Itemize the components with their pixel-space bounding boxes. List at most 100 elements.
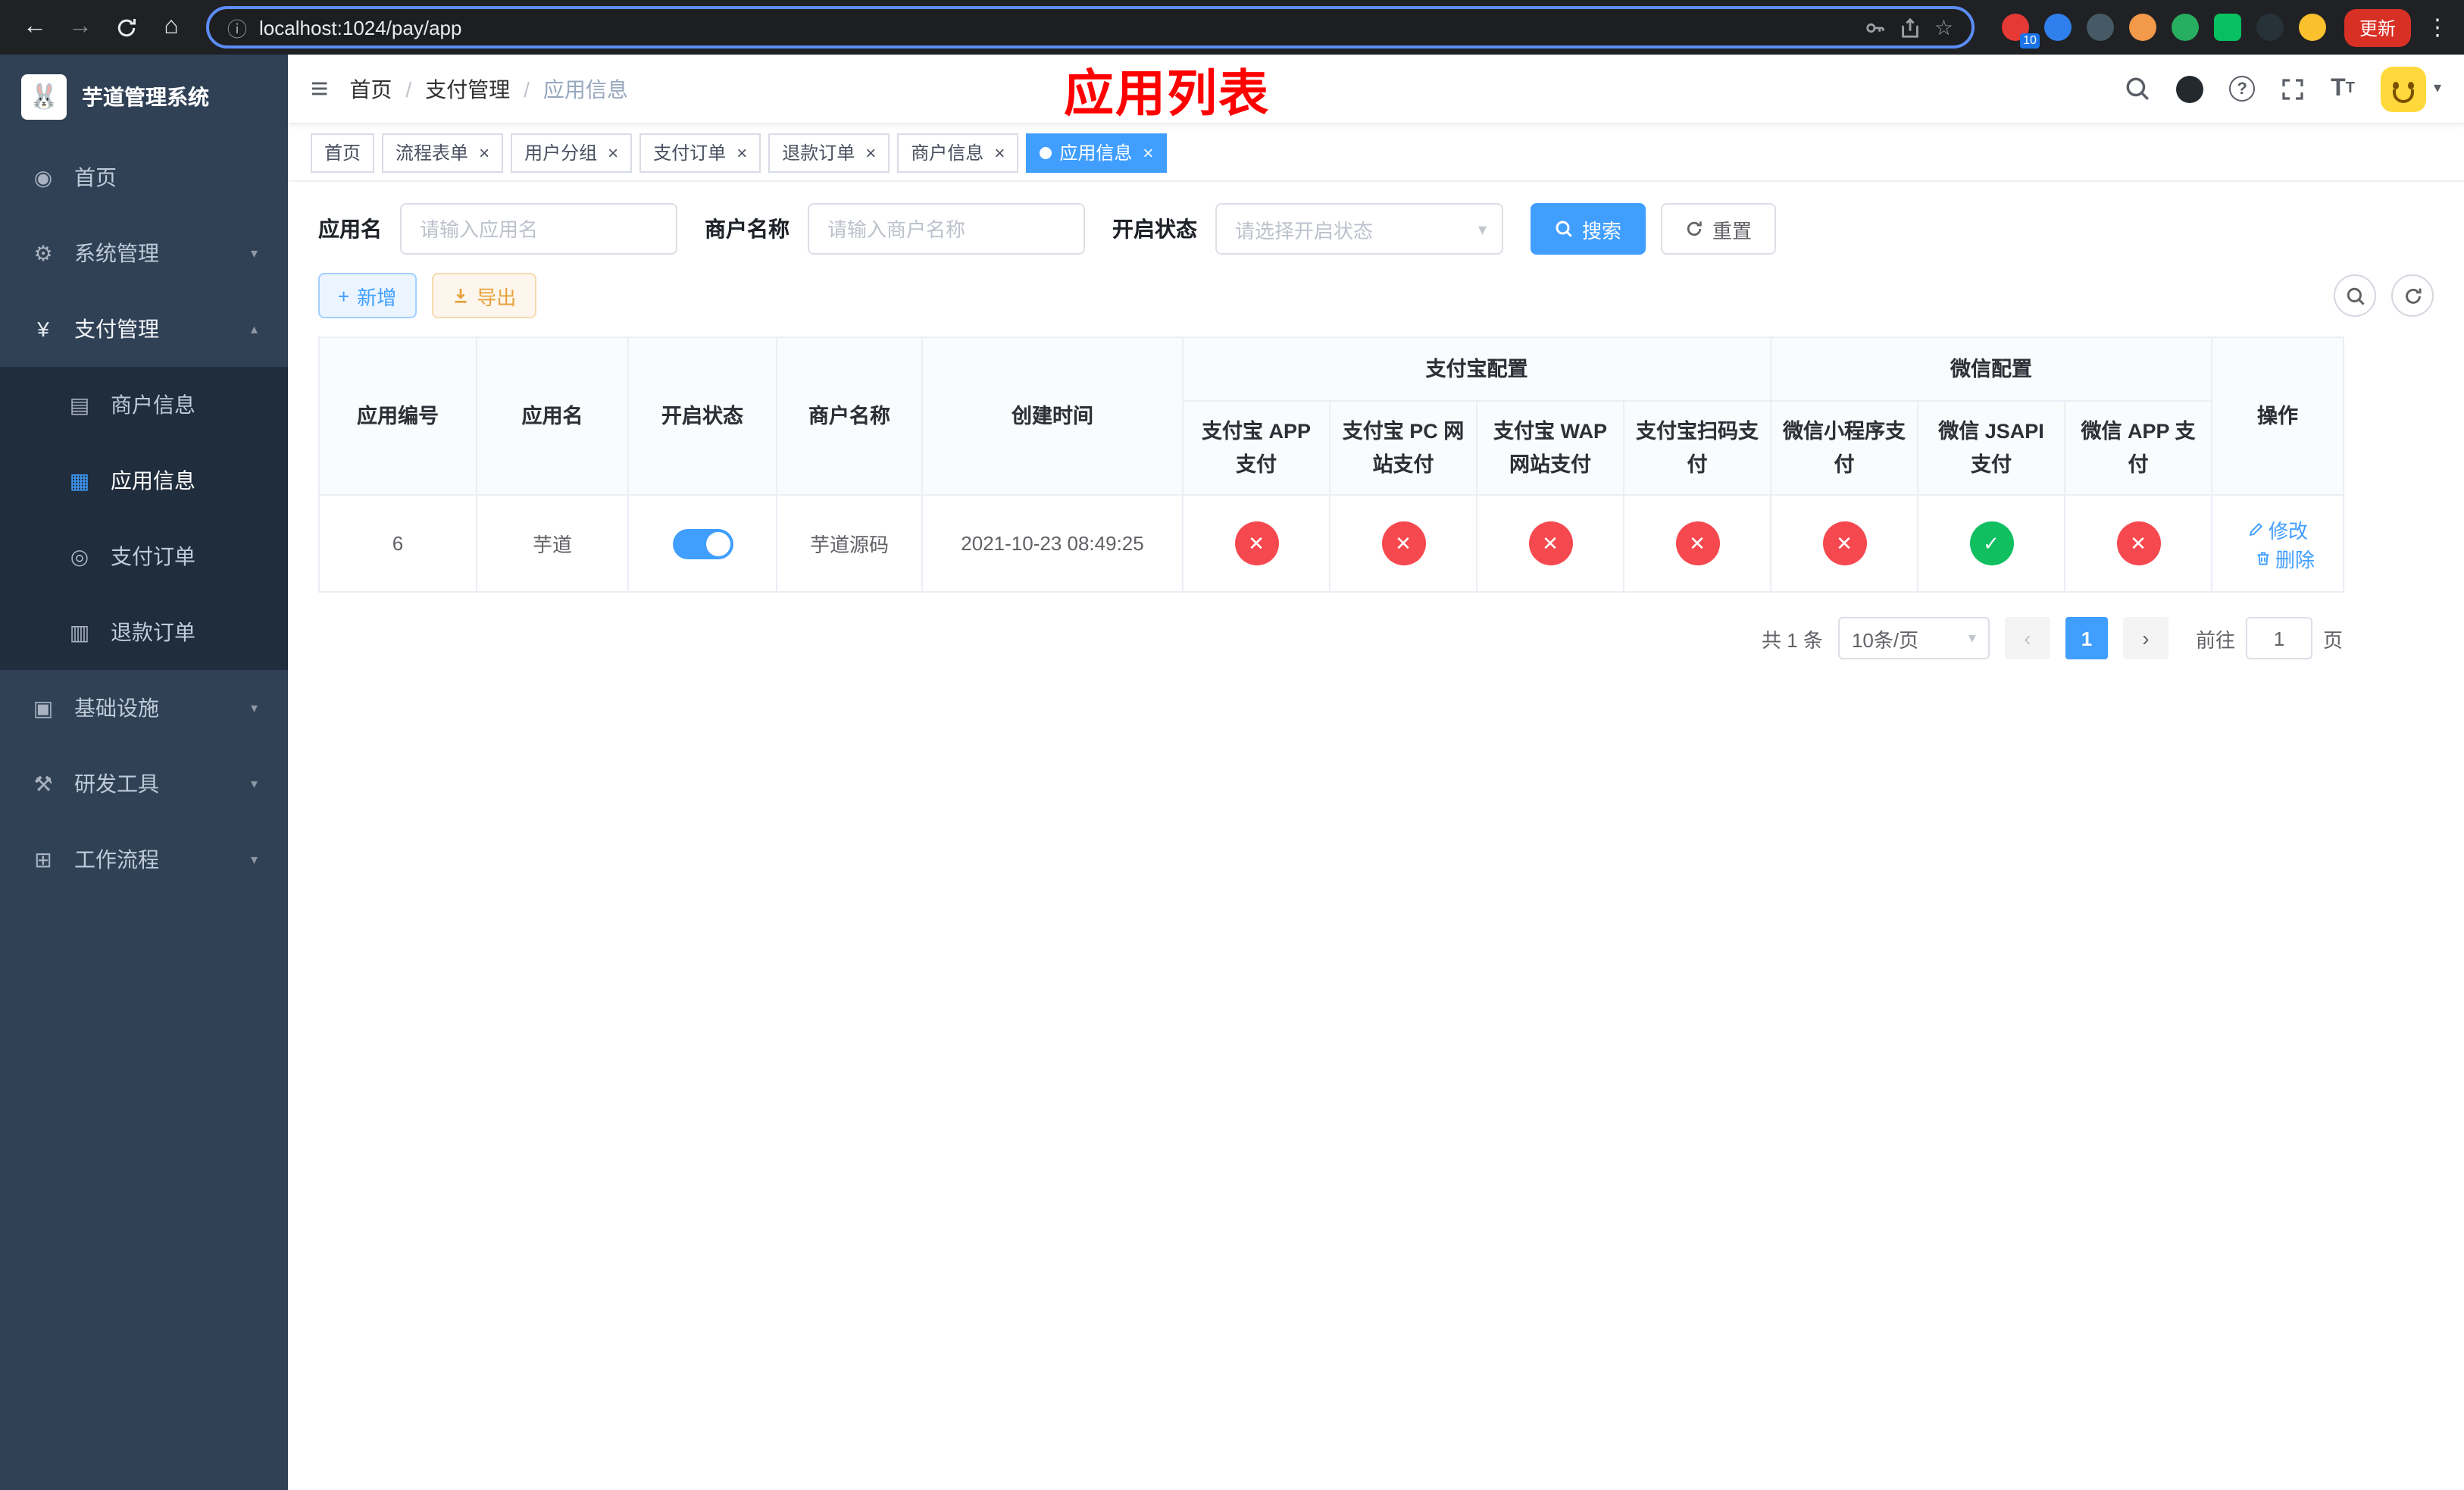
wechat-app-status-icon: ✕ [2116,521,2160,565]
help-icon[interactable]: ? [2229,76,2256,102]
chevron-down-icon: ▾ [250,851,258,866]
sidebar-item-label: 首页 [74,165,117,189]
back-icon[interactable]: ← [15,8,55,47]
page-number-button[interactable]: 1 [2065,617,2108,659]
sidebar-item-label: 支付订单 [111,544,195,568]
sidebar-item-label: 系统管理 [74,241,159,265]
toggle-search-icon[interactable] [2334,274,2376,317]
tab-process-form[interactable]: 流程表单 × [382,133,504,172]
status-toggle[interactable] [672,528,733,559]
sidebar-item-refund-order[interactable]: ▥ 退款订单 [0,594,288,670]
goto-page-input[interactable] [2245,617,2312,659]
sidebar-item-pay-order[interactable]: ◎ 支付订单 [0,518,288,594]
app-name-input[interactable] [400,203,677,255]
tab-home[interactable]: 首页 [311,133,375,172]
next-page-button[interactable]: › [2122,617,2169,659]
share-icon[interactable] [1900,16,1922,39]
sidebar-item-infrastructure[interactable]: ▣ 基础设施 ▾ [0,670,288,746]
payment-submenu: ▤ 商户信息 ▦ 应用信息 ◎ 支付订单 ▥ 退款订单 [0,367,288,670]
extension-icon-4[interactable] [2128,14,2156,41]
reset-button[interactable]: 重置 [1661,203,1777,255]
search-button[interactable]: 搜索 [1531,203,1646,255]
col-header-alipay-scan: 支付宝扫码支付 [1623,400,1771,496]
breadcrumb-home[interactable]: 首页 [349,74,392,104]
workflow-icon: ⊞ [34,847,52,871]
logo-avatar: 🐰 [21,74,67,120]
app-title: 芋道管理系统 [82,85,209,109]
table-tool-icons [2334,274,2434,317]
pagination: 共 1 条 10条/页 ▾ ‹ 1 › 前往 页 [318,617,2343,659]
add-button[interactable]: + 新增 [318,273,417,318]
edit-button[interactable]: 修改 [2247,515,2308,543]
extension-icon-5[interactable] [2171,14,2199,41]
close-icon[interactable]: × [608,143,618,161]
user-avatar[interactable]: ▾ [2380,66,2441,111]
tab-app-info[interactable]: 应用信息 × [1026,133,1168,172]
page-size-value: 10条/页 [1851,628,1919,651]
tools-icon: ⚒ [33,771,53,795]
bookmark-star-icon[interactable]: ☆ [1934,14,1953,40]
download-icon [454,289,466,303]
font-size-icon[interactable]: TT [2331,76,2355,101]
url-text: localhost:1024/pay/app [259,16,462,39]
sidebar-item-system[interactable]: ⚙ 系统管理 ▾ [0,215,288,291]
close-icon[interactable]: × [479,143,489,161]
fullscreen-icon[interactable] [2281,77,2305,101]
cell-status [627,494,777,593]
sidebar-collapse-icon[interactable]: ≡ [311,74,328,104]
main-panel: ≡ 首页 / 支付管理 / 应用信息 应用列表 ? T T ▾ 首页 流程表单 … [288,55,2464,1490]
extension-icon-2[interactable] [2043,14,2072,41]
merchant-name-field-group: 商户名称 [705,203,1085,255]
alipay-scan-status-icon: ✕ [1675,521,1719,565]
page-annotation: 应用列表 [1064,64,1270,121]
close-icon[interactable]: × [994,143,1005,161]
delete-button[interactable]: 删除 [2254,543,2315,572]
cell-merchant: 芋道源码 [776,494,923,593]
tab-user-group[interactable]: 用户分组 × [511,133,633,172]
tab-merchant-info[interactable]: 商户信息 × [897,133,1019,172]
reload-icon[interactable] [106,8,145,47]
github-icon[interactable] [2176,75,2204,102]
home-icon[interactable]: ⌂ [152,8,191,47]
extension-icon-3[interactable] [2086,14,2114,41]
tab-pay-order[interactable]: 支付订单 × [639,133,761,172]
sidebar-item-workflow[interactable]: ⊞ 工作流程 ▾ [0,822,288,897]
breadcrumb-payment[interactable]: 支付管理 [425,74,510,104]
refresh-table-icon[interactable] [2391,274,2434,317]
search-icon[interactable] [2125,76,2150,102]
close-icon[interactable]: × [1143,143,1153,161]
table-toolbar: + 新增 导出 [318,273,2434,318]
status-select[interactable]: 请选择开启状态 ▾ [1215,203,1503,255]
close-icon[interactable]: × [736,143,747,161]
extension-icon-7[interactable] [2256,14,2284,41]
extension-icon-8[interactable] [2298,14,2326,41]
address-bar[interactable]: ⓘ localhost:1024/pay/app ☆ [206,6,1975,49]
page-size-select[interactable]: 10条/页 ▾ [1837,617,1990,659]
merchant-name-input[interactable] [808,203,1085,255]
prev-page-button[interactable]: ‹ [2004,617,2050,659]
sidebar-item-label: 工作流程 [74,847,159,872]
extension-icon-1[interactable]: 10 [2001,14,2040,49]
forward-icon[interactable]: → [61,8,100,47]
browser-update-button[interactable]: 更新 [2344,8,2411,46]
sidebar-item-home[interactable]: ◉ 首页 [0,139,288,215]
tab-refund-order[interactable]: 退款订单 × [768,133,890,172]
sidebar-item-payment[interactable]: ¥ 支付管理 ▴ [0,291,288,367]
password-key-icon[interactable] [1865,16,1887,39]
extension-icon-6[interactable] [2213,14,2241,41]
group-header-alipay: 支付宝配置 [1182,337,1771,402]
sidebar-item-dev-tools[interactable]: ⚒ 研发工具 ▾ [0,746,288,822]
export-button[interactable]: 导出 [431,273,536,318]
col-header-alipay-wap: 支付宝 WAP 网站支付 [1476,400,1624,496]
goto-page-group: 前往 页 [2196,617,2343,659]
sidebar-item-merchant-info[interactable]: ▤ 商户信息 [0,367,288,443]
order-circle-icon: ◎ [70,543,89,568]
sidebar-item-app-info[interactable]: ▦ 应用信息 [0,443,288,518]
app-name-label: 应用名 [318,217,382,241]
browser-window: ← → ⌂ ⓘ localhost:1024/pay/app ☆ 10 更新 ⋮… [0,0,2464,1490]
alipay-wap-status-icon: ✕ [1528,521,1572,565]
browser-menu-icon[interactable]: ⋮ [2426,14,2449,41]
site-info-icon[interactable]: ⓘ [227,13,247,42]
alipay-pc-status-icon: ✕ [1381,521,1425,565]
close-icon[interactable]: × [865,143,876,161]
